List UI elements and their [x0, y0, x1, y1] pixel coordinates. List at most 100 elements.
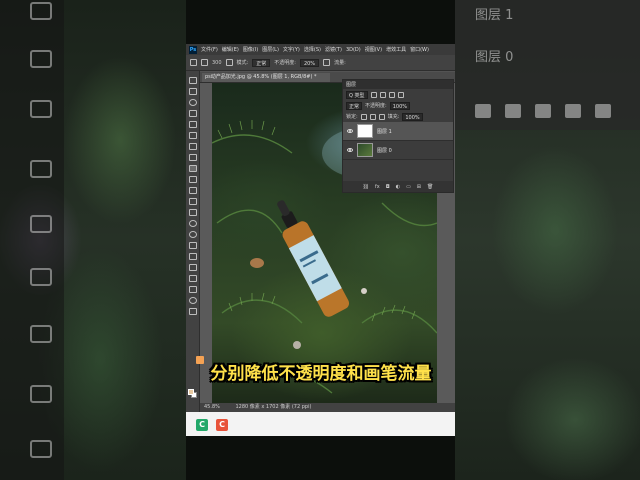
layers-tab[interactable]: 图层	[346, 81, 356, 88]
pen-tool-icon[interactable]	[189, 242, 197, 249]
layers-panel-tabs: 图层	[343, 80, 453, 89]
pebble	[361, 288, 367, 294]
lasso-tool-icon[interactable]	[189, 99, 197, 106]
menu-image[interactable]: 图像(I)	[243, 46, 258, 53]
menu-window[interactable]: 窗口(W)	[410, 46, 429, 53]
ghost-panel-icon	[505, 104, 521, 118]
frame-tool-icon[interactable]	[189, 132, 197, 139]
ghost-tool-icon	[30, 2, 52, 20]
document-tab[interactable]: ps动产品加光.jpg @ 45.8% (图层 1, RGB/8#) *	[202, 73, 330, 82]
hand-tool-icon[interactable]	[189, 286, 197, 293]
flow-label: 流量:	[334, 60, 346, 66]
lock-position-icon[interactable]	[369, 113, 376, 120]
lock-all-icon[interactable]	[378, 113, 385, 120]
eyedropper-tool-icon[interactable]	[189, 143, 197, 150]
mushroom	[250, 258, 264, 268]
new-layer-icon[interactable]: ⊞	[417, 184, 421, 190]
shape-filter-icon[interactable]	[397, 91, 404, 98]
ghost-tool-icon	[30, 50, 52, 68]
brush-size-value[interactable]: 300	[212, 60, 222, 66]
mask-icon[interactable]: ◘	[386, 184, 390, 190]
blend-mode-dropdown[interactable]: 正常	[346, 101, 363, 110]
layer-thumbnail	[357, 124, 373, 138]
ghost-tool-icon	[30, 160, 52, 178]
menu-bar: Ps 文件(F) 编辑(E) 图像(I) 图层(L) 文字(Y) 选择(S) 滤…	[186, 44, 455, 55]
layer-row-layer-0[interactable]: 图层 0	[343, 141, 453, 160]
history-brush-tool-icon[interactable]	[189, 187, 197, 194]
foreground-color-swatch[interactable]	[188, 389, 194, 395]
brush-tool-icon[interactable]	[201, 59, 208, 66]
blur-tool-icon[interactable]	[189, 220, 197, 227]
fill-field[interactable]: 100%	[402, 112, 423, 121]
menu-layer[interactable]: 图层(L)	[262, 46, 279, 53]
lock-pixels-icon[interactable]	[360, 113, 367, 120]
blend-row: 正常 不透明度: 100%	[343, 100, 453, 111]
rectangle-tool-icon[interactable]	[189, 275, 197, 282]
visibility-eye-icon[interactable]	[347, 129, 353, 133]
ghost-layer-label: 图层 1	[475, 8, 514, 23]
pebble	[293, 341, 301, 349]
brush-tool-icon[interactable]	[189, 165, 197, 172]
layer-opacity-label: 不透明度:	[365, 103, 387, 109]
pressure-opacity-icon[interactable]	[323, 59, 331, 66]
quick-select-tool-icon[interactable]	[189, 110, 197, 117]
trash-icon[interactable]: 🗑	[427, 184, 433, 190]
ghost-panel-icon	[595, 104, 611, 118]
ghost-panel-icon	[565, 104, 581, 118]
taskbar: C C	[186, 412, 455, 436]
marquee-tool-icon[interactable]	[189, 88, 197, 95]
menu-plugins[interactable]: 增效工具	[386, 46, 406, 53]
ghost-tool-icon	[30, 215, 52, 233]
ghost-panel-icon	[535, 104, 551, 118]
healing-brush-tool-icon[interactable]	[189, 154, 197, 161]
adjustment-filter-icon[interactable]	[379, 91, 386, 98]
home-icon[interactable]	[190, 59, 197, 66]
fx-icon[interactable]: fx	[375, 184, 380, 190]
document-info[interactable]: 1280 像素 x 1702 像素 (72 ppi)	[235, 404, 311, 410]
menu-edit[interactable]: 编辑(E)	[222, 46, 239, 53]
menu-select[interactable]: 选择(S)	[304, 46, 321, 53]
lock-label: 锁定:	[346, 114, 358, 120]
visibility-eye-icon[interactable]	[347, 148, 353, 152]
brush-panel-icon[interactable]	[225, 59, 233, 66]
move-tool-icon[interactable]	[189, 77, 197, 84]
menu-file[interactable]: 文件(F)	[201, 46, 218, 53]
type-filter-icon[interactable]	[388, 91, 395, 98]
layer-name[interactable]: 图层 1	[377, 128, 392, 135]
ghost-tool-icon	[30, 268, 52, 286]
layer-filter-dropdown[interactable]: Q 类型	[346, 90, 368, 99]
gradient-tool-icon[interactable]	[189, 209, 197, 216]
path-selection-tool-icon[interactable]	[189, 264, 197, 271]
more-tools-icon[interactable]	[189, 308, 197, 315]
layer-name[interactable]: 图层 0	[377, 147, 392, 154]
layers-panel-footer: ⛓ fx ◘ ◐ ▭ ⊞ 🗑	[343, 181, 453, 192]
taskbar-app-orange-icon[interactable]: C	[216, 419, 228, 431]
dodge-tool-icon[interactable]	[189, 231, 197, 238]
crop-tool-icon[interactable]	[189, 121, 197, 128]
video-subtitle: 分别降低不透明度和画笔流量	[210, 364, 432, 384]
layer-opacity-field[interactable]: 100%	[389, 101, 410, 110]
adjustment-layer-icon[interactable]: ◐	[396, 184, 400, 190]
eraser-tool-icon[interactable]	[189, 198, 197, 205]
opacity-field[interactable]: 20%	[299, 58, 320, 67]
ghost-tool-icon	[30, 100, 52, 118]
clone-stamp-tool-icon[interactable]	[189, 176, 197, 183]
opacity-label: 不透明度:	[274, 60, 296, 66]
group-icon[interactable]: ▭	[406, 184, 411, 190]
menu-type[interactable]: 文字(Y)	[283, 46, 300, 53]
menu-filter[interactable]: 滤镜(T)	[325, 46, 342, 53]
link-layers-icon[interactable]: ⛓	[363, 184, 369, 190]
layer-filter-row: Q 类型	[343, 89, 453, 100]
zoom-tool-icon[interactable]	[189, 297, 197, 304]
taskbar-app-green-icon[interactable]: C	[196, 419, 208, 431]
bottom-blank	[186, 436, 455, 480]
zoom-level[interactable]: 45.8%	[204, 404, 220, 410]
type-tool-icon[interactable]	[189, 253, 197, 260]
menu-view[interactable]: 视图(V)	[365, 46, 382, 53]
photoshop-logo: Ps	[189, 45, 197, 54]
pixel-filter-icon[interactable]	[370, 91, 377, 98]
menu-3d[interactable]: 3D(D)	[346, 47, 361, 53]
layer-row-layer-1[interactable]: 图层 1	[343, 122, 453, 141]
mode-label: 模式:	[236, 60, 249, 66]
mode-dropdown[interactable]: 正常	[252, 58, 271, 67]
